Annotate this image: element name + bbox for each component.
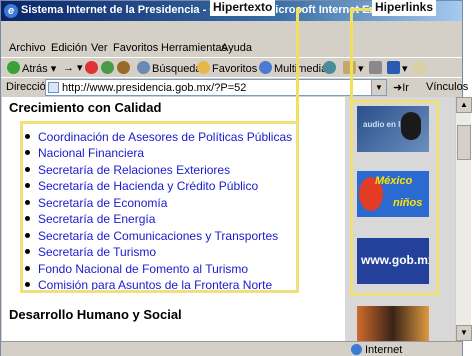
- section-title-desarrollo: Desarrollo Humano y Social: [9, 307, 182, 322]
- print-button[interactable]: [369, 61, 384, 75]
- search-button[interactable]: Búsqueda: [137, 61, 202, 75]
- search-icon: [137, 61, 150, 74]
- stop-button[interactable]: [85, 61, 100, 75]
- forward-button[interactable]: → ▾: [63, 61, 83, 74]
- security-zone: Internet: [365, 344, 403, 356]
- address-url: http://www.presidencia.gob.mx/?P=52: [62, 82, 247, 94]
- menu-edicion[interactable]: Edición: [51, 42, 87, 54]
- address-dropdown-icon[interactable]: ▼: [371, 80, 386, 95]
- section-title-crecimiento: Crecimiento con Calidad: [9, 100, 162, 115]
- vertical-scrollbar[interactable]: ▲ ▼: [455, 97, 472, 341]
- internet-globe-icon: [351, 344, 362, 355]
- standard-toolbar: Atrás ▾ → ▾ Búsqueda Favoritos Multimedi…: [1, 57, 462, 77]
- page-icon: [48, 82, 59, 93]
- hiperlinks-highlight-box: [350, 100, 439, 296]
- hipertexto-callout-label: Hipertexto: [210, 0, 276, 16]
- status-bar: Internet: [1, 341, 462, 356]
- favorites-button[interactable]: Favoritos: [197, 61, 257, 75]
- menu-ayuda[interactable]: Ayuda: [221, 42, 252, 54]
- scroll-thumb[interactable]: [457, 125, 471, 160]
- back-arrow-icon: [7, 61, 20, 74]
- home-button[interactable]: [117, 61, 132, 75]
- hipertexto-callout-line: [296, 8, 299, 121]
- scroll-up-icon[interactable]: ▲: [456, 97, 472, 113]
- menu-favoritos[interactable]: Favoritos: [113, 42, 158, 54]
- menu-herramientas[interactable]: Herramientas: [161, 42, 227, 54]
- discuss-button[interactable]: [413, 61, 428, 75]
- mail-button[interactable]: ▾: [343, 61, 364, 75]
- multimedia-icon: [259, 61, 272, 74]
- scroll-down-icon[interactable]: ▼: [456, 325, 472, 341]
- favorites-star-icon: [197, 61, 210, 74]
- back-button[interactable]: Atrás ▾: [7, 61, 56, 75]
- history-icon: [323, 61, 336, 74]
- photo-banner[interactable]: [357, 306, 429, 341]
- home-icon: [117, 61, 130, 74]
- hipertexto-highlight-box: [20, 121, 299, 293]
- address-bar: Dirección http://www.presidencia.gob.mx/…: [1, 77, 468, 97]
- refresh-button[interactable]: [101, 61, 116, 75]
- address-input[interactable]: http://www.presidencia.gob.mx/?P=52 ▼: [45, 79, 387, 96]
- menu-archivo[interactable]: Archivo: [9, 42, 46, 54]
- hiperlinks-callout-connector: [350, 8, 372, 11]
- go-button[interactable]: ➜Ir: [393, 81, 409, 94]
- stop-icon: [85, 61, 98, 74]
- edit-button[interactable]: ▾: [387, 61, 408, 75]
- history-button[interactable]: [323, 61, 338, 75]
- refresh-icon: [101, 61, 114, 74]
- multimedia-button[interactable]: Multimedia: [259, 61, 327, 75]
- hiperlinks-callout-line: [350, 8, 353, 100]
- hiperlinks-callout-label: Hiperlinks: [372, 0, 437, 16]
- word-edit-icon: [387, 61, 400, 74]
- discuss-icon: [413, 61, 426, 74]
- ie-logo-icon: e: [4, 4, 18, 18]
- links-button[interactable]: Vínculos: [426, 81, 468, 93]
- menu-bar: Archivo Edición Ver Favoritos Herramient…: [1, 39, 462, 57]
- menu-ver[interactable]: Ver: [91, 42, 108, 54]
- print-icon: [369, 61, 382, 74]
